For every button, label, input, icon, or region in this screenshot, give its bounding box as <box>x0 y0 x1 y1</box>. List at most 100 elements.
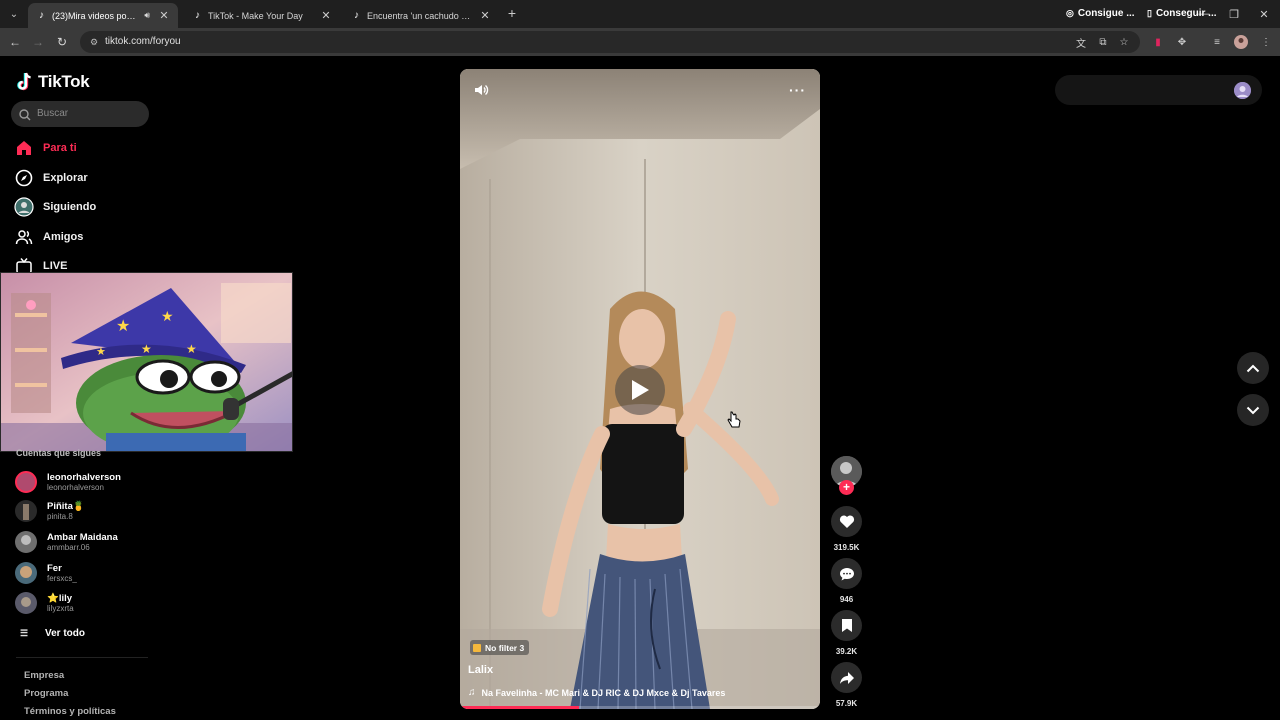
puzzle-icon[interactable]: ✥ <box>1174 34 1190 50</box>
tiktok-favicon-icon: ♪ <box>195 10 200 21</box>
tiktok-logo[interactable]: TikTok <box>16 72 90 92</box>
browser-tab[interactable]: ♪ Encuentra 'un cachudo soy bille ✕ <box>343 3 499 28</box>
avatar <box>15 500 37 522</box>
previous-video-button[interactable] <box>1237 352 1269 384</box>
nav-item-explorar[interactable]: Explorar <box>14 166 88 190</box>
get-coins-button[interactable]: ◎ Consigue ... <box>1066 8 1135 19</box>
account-handle: fersxcs_ <box>47 573 77 583</box>
playlist-icon <box>473 643 481 652</box>
tiktok-wordmark: TikTok <box>38 72 90 91</box>
footer-link-terminos[interactable]: Términos y políticas <box>24 706 116 717</box>
next-video-button[interactable] <box>1237 394 1269 426</box>
back-icon[interactable]: ← <box>6 33 24 51</box>
new-tab-icon[interactable]: + <box>504 5 520 21</box>
followed-account[interactable]: Piñita🍍 pinita.8 <box>15 498 85 524</box>
site-info-icon[interactable]: ⚙ <box>88 36 100 48</box>
music-title: Na Favelinha - MC Mari & DJ RIC & DJ Mxc… <box>481 687 726 698</box>
stream-overlay-image: ★ ★ ★ ★ ★ <box>0 272 293 452</box>
svg-text:★: ★ <box>116 316 130 335</box>
svg-text:★: ★ <box>186 342 197 356</box>
tiktok-favicon-icon: ♪ <box>39 10 44 21</box>
playlist-badge[interactable]: No filter 3 <box>470 640 530 655</box>
browser-toolbar: ← → ↻ ⚙ tiktok.com/foryou 文 ⧉ ☆ ▮ ✥ ≡ ⋮ <box>0 28 1280 56</box>
extension-icon[interactable]: ▮ <box>1150 34 1166 50</box>
share-count: 57.9K <box>835 699 858 708</box>
nav-item-siguiendo[interactable]: Siguiendo <box>14 195 96 219</box>
tiktok-favicon-icon: ♪ <box>354 10 359 21</box>
avatar <box>15 592 37 614</box>
account-name: ⭐lily <box>47 592 73 604</box>
tab-audio-icon[interactable]: 🔊︎ <box>144 10 150 21</box>
account-name: leonorhalverson <box>47 471 121 483</box>
user-avatar[interactable] <box>1234 82 1251 99</box>
list-icon: ☰ <box>20 628 29 638</box>
browser-tab-active[interactable]: ♪ (23)Mira videos populares d 🔊︎ ✕ <box>28 3 178 28</box>
search-input[interactable]: Buscar <box>11 101 149 127</box>
followed-account[interactable]: ⭐lily lilyzxrta <box>15 590 74 616</box>
profile-icon[interactable] <box>1233 34 1249 50</box>
save-count: 39.2K <box>835 647 858 656</box>
svg-text:★: ★ <box>96 345 106 358</box>
tab-title: (23)Mira videos populares d <box>52 10 138 21</box>
nav-label: Amigos <box>43 231 84 243</box>
comment-button[interactable] <box>831 558 862 589</box>
share-button[interactable] <box>831 662 862 693</box>
account-handle: lilyzxrta <box>47 603 74 613</box>
nav-item-para-ti[interactable]: Para ti <box>14 136 77 160</box>
nav-label: LIVE <box>43 260 68 272</box>
tab-close-icon[interactable]: ✕ <box>158 9 170 22</box>
share-icon <box>839 671 854 684</box>
search-placeholder: Buscar <box>37 108 69 119</box>
friends-icon <box>14 227 34 247</box>
footer-link-programa[interactable]: Programa <box>24 688 68 699</box>
like-count: 319.5K <box>833 543 860 552</box>
close-window-icon[interactable]: ✕ <box>1248 0 1280 28</box>
follow-button[interactable]: + <box>839 480 854 495</box>
followed-account[interactable]: leonorhalverson leonorhalverson <box>15 469 121 495</box>
video-author[interactable]: Lalix <box>468 664 493 676</box>
forward-icon[interactable]: → <box>29 33 47 51</box>
volume-icon[interactable] <box>473 82 489 98</box>
media-icon[interactable]: ≡ <box>1209 34 1225 50</box>
restore-icon[interactable]: ❐ <box>1218 0 1250 28</box>
comment-count: 946 <box>839 595 854 604</box>
followed-account[interactable]: Ambar Maidana ammbarr.06 <box>15 529 118 555</box>
reload-icon[interactable]: ↻ <box>53 33 71 51</box>
account-name: Ambar Maidana <box>47 531 118 543</box>
account-handle: leonorhalverson <box>47 482 104 492</box>
nav-item-amigos[interactable]: Amigos <box>14 225 83 249</box>
nav-label: Siguiendo <box>43 201 97 213</box>
tab-close-icon[interactable]: ✕ <box>320 9 332 22</box>
more-options-icon[interactable]: ··· <box>789 82 806 98</box>
see-all-button[interactable]: ☰ Ver todo <box>20 628 85 639</box>
save-button[interactable] <box>831 610 862 641</box>
tab-title: TikTok - Make Your Day <box>208 10 303 21</box>
followed-account[interactable]: Fer fersxcs_ <box>15 560 77 586</box>
chevron-down-icon <box>1246 406 1260 414</box>
tab-search-icon[interactable]: ⌄ <box>4 4 24 24</box>
play-button[interactable] <box>615 365 665 415</box>
bookmark-star-icon[interactable]: ☆ <box>1116 34 1132 50</box>
music-note-icon: ♫ <box>468 687 476 698</box>
account-handle: pinita.8 <box>47 511 73 521</box>
account-name: Fer <box>47 562 62 574</box>
comment-icon <box>839 567 854 580</box>
tab-close-icon[interactable]: ✕ <box>479 9 491 22</box>
get-app-button[interactable]: ▯ Conseguir ... <box>1147 8 1217 19</box>
avatar <box>15 471 37 493</box>
video-progress-bar[interactable] <box>460 706 820 709</box>
svg-text:★: ★ <box>161 309 174 325</box>
get-app-label: Conseguir ... <box>1155 8 1217 19</box>
like-button[interactable] <box>831 506 862 537</box>
video-music[interactable]: ♫ Na Favelinha - MC Mari & DJ RIC & DJ M… <box>468 687 725 698</box>
install-app-icon[interactable]: ⧉ <box>1095 34 1111 50</box>
chevron-up-icon <box>1246 364 1260 372</box>
account-handle: ammbarr.06 <box>47 542 90 552</box>
translate-icon[interactable]: 文 <box>1073 34 1089 50</box>
address-bar[interactable]: ⚙ tiktok.com/foryou <box>80 31 1140 53</box>
following-icon <box>14 197 34 217</box>
video-player[interactable]: ··· No filter 3 Lalix ♫ Na Favelinha - M… <box>460 69 820 709</box>
browser-tab[interactable]: ♪ TikTok - Make Your Day ✕ <box>184 3 340 28</box>
menu-kebab-icon[interactable]: ⋮ <box>1258 34 1274 50</box>
footer-link-empresa[interactable]: Empresa <box>24 670 64 681</box>
